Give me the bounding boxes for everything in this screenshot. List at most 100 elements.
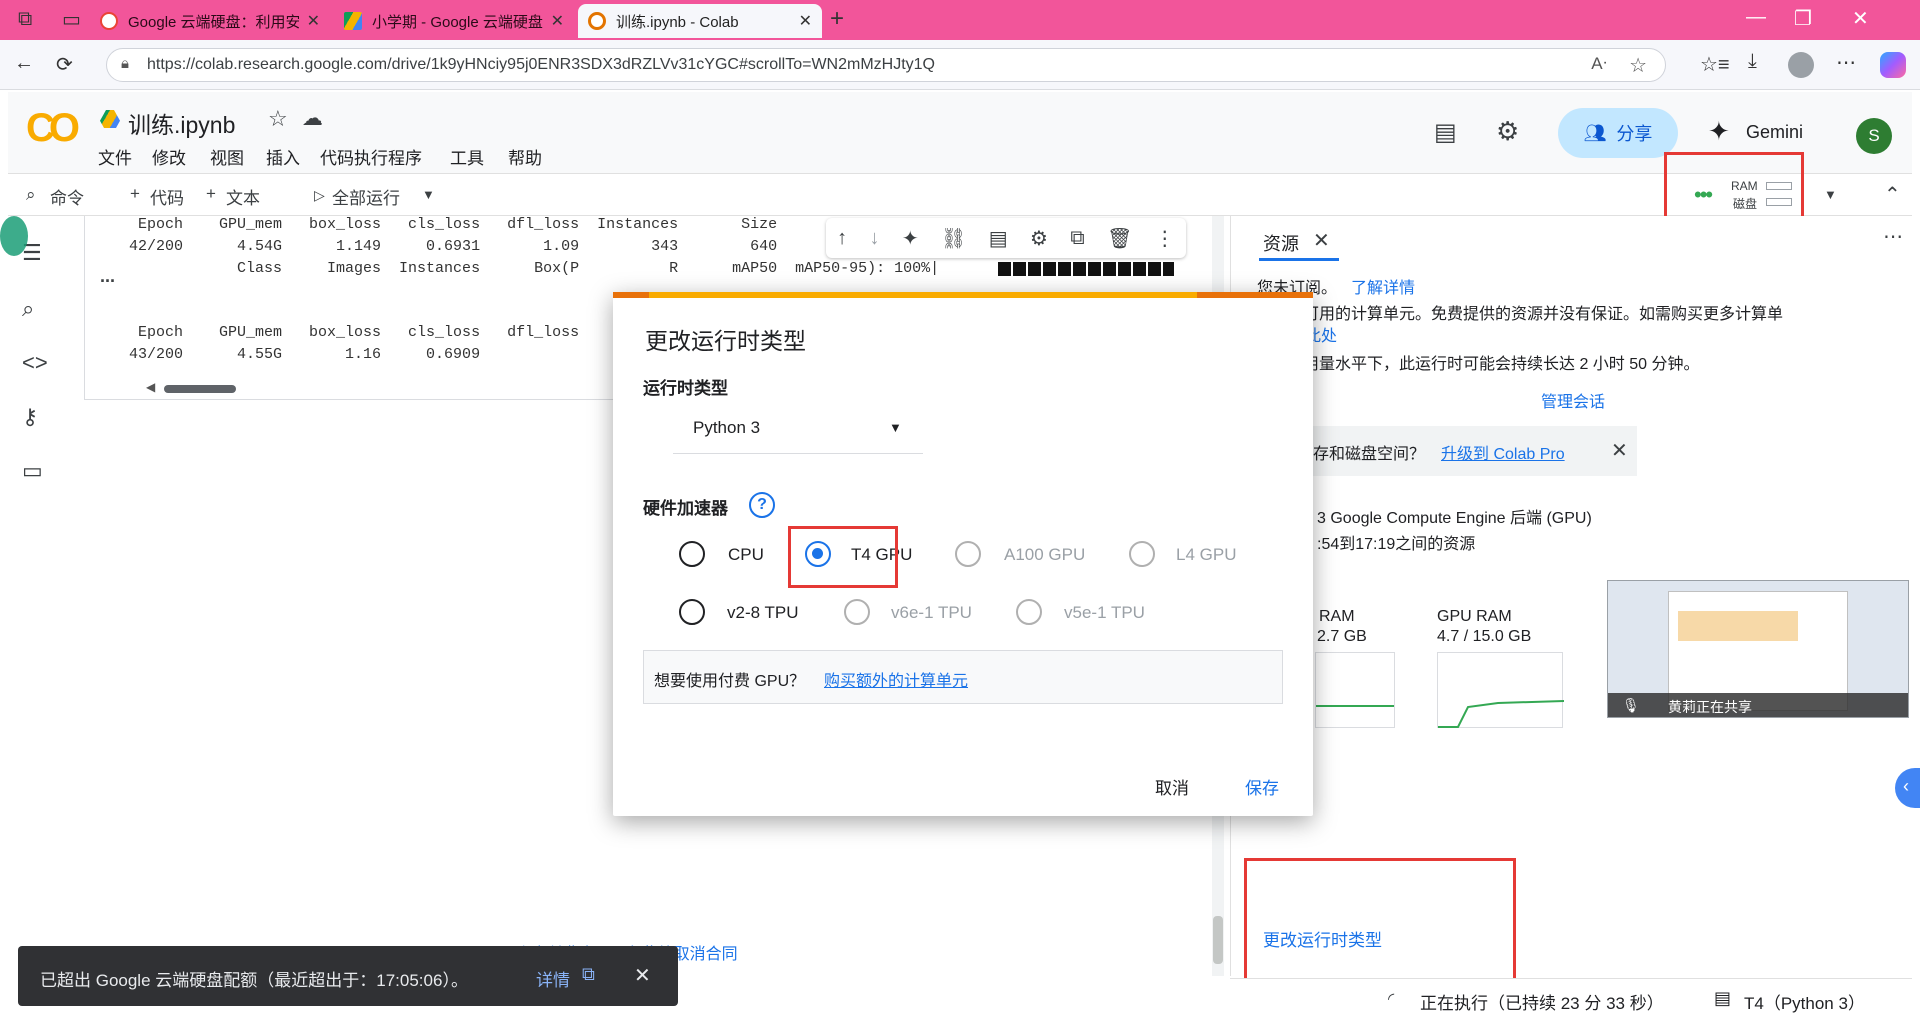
link-icon[interactable]: ⛓ (941, 226, 966, 251)
radio-v5e-1-tpu (1016, 599, 1042, 625)
expand-panel-button[interactable]: ‹ (1895, 768, 1920, 808)
secrets-key-icon[interactable]: ⚷ (22, 404, 38, 430)
cell-settings-icon[interactable]: ⚙ (1030, 226, 1048, 251)
tab-actions-icon[interactable]: ▭ (62, 7, 81, 32)
profile-icon[interactable] (1788, 52, 1814, 78)
find-icon[interactable]: ⌕ (22, 296, 34, 322)
floating-assistant-icon[interactable] (0, 216, 28, 256)
add-text-button[interactable]: 文本 (226, 184, 260, 209)
notebook-title[interactable]: 训练.ipynb (128, 106, 235, 140)
run-all-dropdown-icon[interactable]: ▼ (422, 187, 435, 202)
radio-v2-8-tpu[interactable] (679, 599, 705, 625)
command-button[interactable]: 命令 (50, 184, 84, 209)
menu-edit[interactable]: 修改 (152, 144, 186, 169)
notebook-toolbar: ⌕ 命令 + 代码 + 文本 ▷ 全部运行 ▼ ••• RAM 磁盘 ▼ ⌃ (8, 176, 1912, 216)
comments-icon[interactable]: ▤ (1434, 118, 1457, 147)
snackbar-close-icon[interactable]: ✕ (634, 963, 651, 988)
collapse-chevron-icon[interactable]: ⌃ (1884, 182, 1901, 207)
more-vert-icon[interactable]: ⋮ (1155, 226, 1175, 251)
runtime-status[interactable]: T4（Python 3） (1744, 989, 1865, 1014)
screen-share-thumbnail[interactable]: 🎙︎ 黄莉正在共享 (1607, 580, 1909, 718)
scroll-thumb[interactable] (1213, 916, 1223, 964)
tab-label: 小学期 - Google 云端硬盘 (372, 13, 543, 31)
close-icon[interactable]: ✕ (799, 11, 812, 31)
radio-v2-8-tpu-label[interactable]: v2-8 TPU (727, 603, 799, 623)
gemini-sparkle-icon[interactable]: ✦ (902, 226, 919, 251)
url-field[interactable]: 🔒︎ https://colab.research.google.com/dri… (106, 48, 1666, 82)
colab-logo[interactable]: CO (26, 106, 80, 151)
downloads-icon[interactable]: ⤓ (1748, 50, 1757, 73)
save-button[interactable]: 保存 (1245, 774, 1279, 799)
workspaces-icon[interactable]: ⧉ (18, 8, 32, 31)
cloud-sync-icon[interactable]: ☁ (302, 106, 323, 131)
upgrade-link[interactable]: 升级到 Colab Pro (1441, 440, 1565, 464)
gemini-icon[interactable]: ✦ (1708, 116, 1730, 147)
settings-gear-icon[interactable]: ⚙ (1496, 116, 1519, 147)
minimize-icon[interactable]: — (1746, 6, 1766, 29)
close-panel-icon[interactable]: ✕ (1313, 228, 1330, 253)
mirror-cell-icon[interactable]: ⧉ (1070, 227, 1084, 250)
cancel-button[interactable]: 取消 (1155, 774, 1189, 799)
more-icon[interactable]: ⋯ (1836, 50, 1856, 75)
buy-compute-units-link[interactable]: 购买额外的计算单元 (824, 667, 968, 691)
favorites-icon[interactable]: ☆≡ (1700, 52, 1730, 77)
read-aloud-icon[interactable]: Aᐧ (1591, 54, 1607, 74)
copilot-icon[interactable] (1880, 52, 1906, 78)
people-icon: 👥︎ (1583, 122, 1607, 143)
learn-more-link[interactable]: 了解详情 (1351, 274, 1415, 298)
panel-more-icon[interactable]: ⋯ (1883, 224, 1903, 249)
search-icon[interactable]: ⌕ (26, 185, 36, 205)
menu-runtime[interactable]: 代码执行程序 (320, 144, 422, 169)
menu-help[interactable]: 帮助 (508, 144, 542, 169)
move-up-icon[interactable]: ↑ (837, 227, 847, 250)
quota-snackbar: 已超出 Google 云端硬盘配额（最近超出于：17:05:06）。 详情 ⧉ … (18, 946, 678, 1006)
avatar[interactable]: S (1856, 118, 1892, 154)
runtime-dropdown-icon[interactable]: ▼ (1824, 187, 1837, 202)
comment-icon[interactable]: ▤ (989, 226, 1008, 251)
back-icon[interactable]: ← (14, 52, 34, 75)
t4-highlight-box (788, 526, 898, 588)
help-icon[interactable]: ? (749, 492, 775, 518)
radio-cpu[interactable] (679, 541, 705, 567)
share-button[interactable]: 👥︎ 分享 (1558, 108, 1678, 158)
add-text-plus-icon: + (206, 184, 216, 203)
add-code-button[interactable]: 代码 (150, 184, 184, 209)
snackbar-message: 已超出 Google 云端硬盘配额（最近超出于：17:05:06）。 (40, 971, 468, 990)
run-all-button[interactable]: 全部运行 (332, 184, 400, 209)
move-down-icon[interactable]: ↓ (870, 227, 880, 250)
open-external-icon[interactable]: ⧉ (582, 964, 595, 985)
dialog-title: 更改运行时类型 (645, 328, 806, 354)
close-icon[interactable]: ✕ (551, 11, 564, 31)
left-sidebar: ☰ ⌕ <> ⚷ ▭ (8, 216, 58, 976)
gpu-ram-line (1438, 700, 1564, 728)
runtime-select[interactable]: Python 3 ▼ (673, 404, 923, 454)
share-label: 分享 (1616, 124, 1653, 144)
close-icon[interactable]: ✕ (307, 11, 320, 31)
menu-insert[interactable]: 插入 (266, 144, 300, 169)
manage-sessions-link[interactable]: 管理会话 (1541, 388, 1605, 412)
menu-view[interactable]: 视图 (210, 144, 244, 169)
thumbnail-accent (1678, 611, 1798, 641)
code-snippets-icon[interactable]: <> (22, 350, 48, 376)
browser-tab-colab[interactable]: 训练.ipynb - Colab ✕ (578, 4, 822, 38)
browser-tab-drive-home[interactable]: Google 云端硬盘：利用安全的云 ✕ (90, 4, 330, 38)
delete-icon[interactable]: 🗑︎ (1107, 226, 1132, 251)
restore-icon[interactable]: ❐ (1794, 6, 1812, 31)
star-icon[interactable]: ☆ (268, 106, 288, 132)
panel-tab-underline (1259, 258, 1339, 261)
runtime-type-label: 运行时类型 (643, 379, 728, 398)
browser-tab-drive-folder[interactable]: 小学期 - Google 云端硬盘 ✕ (334, 4, 574, 38)
tab-label: Google 云端硬盘：利用安全的云 (128, 13, 299, 31)
dismiss-icon[interactable]: ✕ (1611, 438, 1628, 463)
close-window-icon[interactable]: ✕ (1852, 6, 1869, 31)
radio-cpu-label[interactable]: CPU (728, 545, 764, 565)
new-tab-icon[interactable]: + (830, 5, 844, 33)
gemini-label[interactable]: Gemini (1746, 122, 1803, 143)
favorite-star-icon[interactable]: ☆ (1629, 53, 1647, 78)
files-folder-icon[interactable]: ▭ (22, 458, 43, 484)
menu-tools[interactable]: 工具 (450, 144, 484, 169)
menu-file[interactable]: 文件 (98, 144, 132, 169)
tab-label: 训练.ipynb - Colab (616, 13, 739, 31)
snackbar-details-link[interactable]: 详情 (536, 966, 570, 991)
refresh-icon[interactable]: ⟳ (56, 52, 73, 77)
